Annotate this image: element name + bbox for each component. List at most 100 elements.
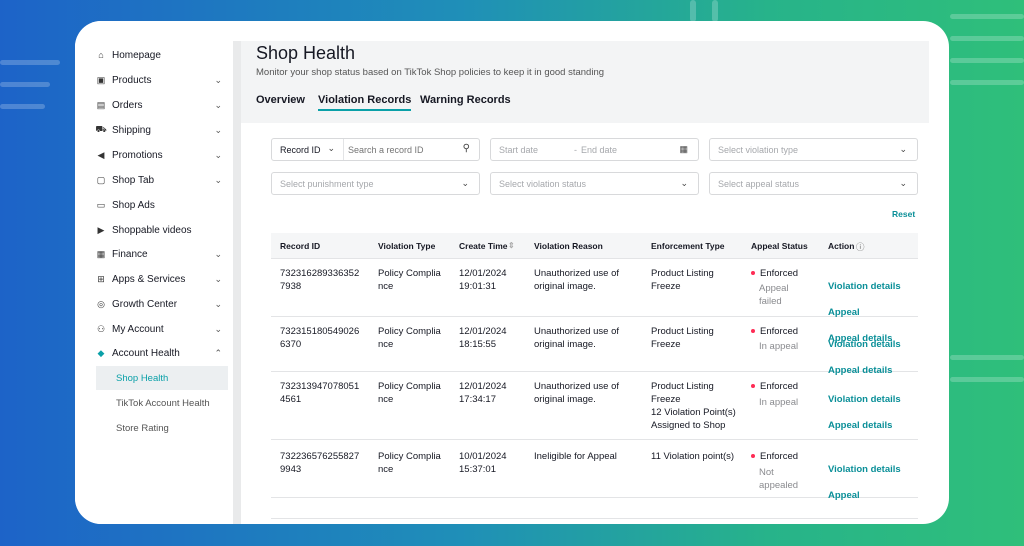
table-row: 732315180549026 6370 Policy Complia nce … [271,317,918,376]
sidebar-item-shoppable-videos[interactable]: ▶ Shoppable videos [96,218,228,242]
tab-violation-records[interactable]: Violation Records [318,94,412,111]
chevron-down-icon: ⌄ [327,143,335,153]
table-header: Record ID Violation Type Create Time ⇕ V… [271,233,918,259]
apps-icon: ⊞ [97,273,105,284]
finance-icon: ▦ [96,248,106,259]
violation-type-select[interactable]: Select violation type ⌄ [709,138,918,161]
sidebar-item-shop-ads[interactable]: ▭ Shop Ads [96,193,228,217]
violation-type-cell: Policy Complia nce [378,451,441,475]
record-id-cell: 732315180549026 6370 [280,326,360,350]
chevron-down-icon: ⌄ [214,75,222,85]
sidebar-item-label: Promotions [112,149,163,161]
tab-overview[interactable]: Overview [256,94,305,106]
enforcement-type-cell: 11 Violation point(s) [651,451,735,462]
record-id-cell: 732236576255827 9943 [280,451,360,475]
violation-details-link[interactable]: Violation details [828,393,901,406]
decor-stripe [0,82,50,87]
appeal-status-select[interactable]: Select appeal status ⌄ [709,172,918,195]
chevron-up-icon: ⌃ [214,348,222,358]
chevron-down-icon: ⌄ [214,299,222,309]
sidebar-item-products[interactable]: ▣ Products ⌄ [96,68,228,92]
sidebar-subitem-shop-health[interactable]: Shop Health [96,366,228,390]
sidebar-item-label: My Account [112,323,164,335]
create-time-cell: 12/01/2024 18:15:55 [459,326,507,350]
home-icon: ⌂ [98,50,104,60]
sidebar-item-my-account[interactable]: ⚇ My Account ⌄ [96,317,228,341]
sidebar-subitem-tiktok-account-health[interactable]: TikTok Account Health [96,391,228,415]
violation-type-cell: Policy Complia nce [378,268,441,292]
clipboard-icon: ▤ [96,99,106,110]
violation-reason-cell: Unauthorized use of original image. [534,381,620,405]
sidebar-item-label: Shop Tab [112,174,155,186]
reset-button[interactable]: Reset [892,209,915,219]
violation-reason-cell: Unauthorized use of original image. [534,326,620,350]
status-cell: Enforced [751,325,798,338]
tab-warning-records[interactable]: Warning Records [420,94,511,106]
help-icon[interactable]: ⓘ [856,241,865,253]
record-id-select-label: Record ID [280,144,321,155]
violation-type-placeholder: Select violation type [718,144,799,155]
calendar-icon: ▦ [679,144,688,154]
sidebar-subitem-label: Store Rating [116,422,169,434]
chevron-down-icon: ⌄ [680,178,688,188]
chevron-down-icon: ⌄ [899,178,907,188]
table-row: 732313947078051 4561 Policy Complia nce … [271,372,918,440]
sidebar-item-label: Homepage [112,49,161,61]
sidebar-item-label: Shipping [112,124,151,136]
chevron-down-icon: ⌄ [214,150,222,160]
chevron-down-icon: ⌄ [899,144,907,154]
seller-center-window: ⌂ Homepage ▣ Products ⌄ ▤ Orders ⌄ ⛟ Shipping ⌄… [75,21,949,524]
sidebar-subitem-store-rating[interactable]: Store Rating [96,416,228,440]
appeal-status-placeholder: Select appeal status [718,178,800,189]
punishment-type-select[interactable]: Select punishment type ⌄ [271,172,480,195]
start-date-input[interactable]: Start date [499,145,538,155]
violation-details-link[interactable]: Violation details [828,280,901,293]
violation-status-select[interactable]: Select violation status ⌄ [490,172,699,195]
decor-stripe [950,14,1024,19]
sort-icon[interactable]: ⇕ [508,241,515,250]
sidebar-item-orders[interactable]: ▤ Orders ⌄ [96,93,228,117]
column-header-action: Action [828,241,855,251]
appeal-details-link[interactable]: Appeal details [828,419,901,432]
search-icon[interactable]: ⚲ [463,143,470,154]
sidebar-item-account-health[interactable]: ◆ Account Health ⌃ [96,341,228,365]
search-input[interactable] [348,144,460,155]
sidebar-item-apps-services[interactable]: ⊞ Apps & Services ⌄ [96,267,228,291]
date-range-picker[interactable]: Start date - End date ▦ [490,138,699,161]
record-search-field: Record ID ⌄ ⚲ [271,138,480,161]
sidebar-item-label: Account Health [112,347,180,359]
chevron-down-icon: ⌄ [214,175,222,185]
column-header-appeal-status: Appeal Status [751,241,808,251]
sidebar-item-growth-center[interactable]: ◎ Growth Center ⌄ [96,292,228,316]
page-subtitle: Monitor your shop status based on TikTok… [256,67,605,78]
sidebar-item-finance[interactable]: ▦ Finance ⌄ [96,242,228,266]
sidebar-divider [233,41,241,524]
record-id-select[interactable]: Record ID ⌄ [272,139,344,160]
violation-details-link[interactable]: Violation details [828,463,901,476]
violation-type-cell: Policy Complia nce [378,381,441,405]
table-row: 732316289336352 7938 Policy Complia nce … [271,259,918,344]
sidebar-item-label: Orders [112,99,143,111]
user-icon: ⚇ [96,323,106,334]
action-cell: Violation details Appeal [828,450,901,515]
sidebar-item-promotions[interactable]: ◀ Promotions ⌄ [96,143,228,167]
truck-icon: ⛟ [95,124,107,134]
sidebar-item-homepage[interactable]: ⌂ Homepage [96,43,228,67]
column-header-create-time[interactable]: Create Time [459,241,508,251]
appeal-link[interactable]: Appeal [828,489,901,502]
status-dot-icon [751,384,755,389]
sidebar-item-label: Apps & Services [112,273,186,285]
sidebar-item-shop-tab[interactable]: ▢ Shop Tab ⌄ [96,168,228,192]
sidebar-item-label: Products [112,74,152,86]
status-badge: Enforced [760,268,799,279]
decor-stripe [950,355,1024,360]
end-date-input[interactable]: End date [581,145,617,155]
sidebar-item-shipping[interactable]: ⛟ Shipping ⌄ [95,118,228,142]
violation-details-link[interactable]: Violation details [828,338,901,351]
growth-icon: ◎ [97,298,105,309]
punishment-type-placeholder: Select punishment type [280,178,374,189]
chevron-down-icon: ⌄ [214,125,222,135]
table-row: 732236576255827 9943 Policy Complia nce … [271,440,918,501]
decor-stripe [712,0,718,22]
appeal-status-text: Appeal failed [759,283,789,307]
